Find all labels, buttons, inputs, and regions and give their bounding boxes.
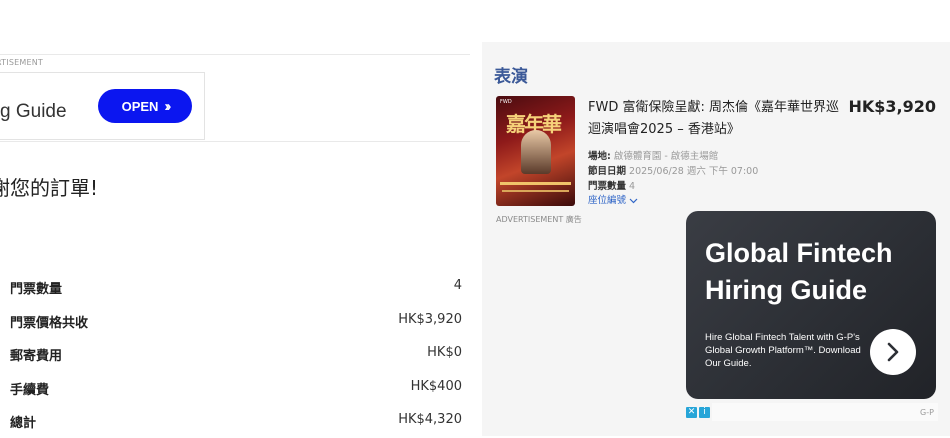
date-label: 節目日期 (588, 166, 627, 177)
poster-brand: FWD (500, 99, 512, 105)
chevron-down-icon (629, 198, 638, 203)
ad-label: ADVERTISEMENT 廣告 (496, 215, 582, 224)
ad-banner-text: g Guide (0, 101, 67, 122)
poster-strip (500, 182, 571, 185)
ad-open-button-label: OPEN (121, 98, 159, 114)
adchoices-icon[interactable]: ✕ i (686, 405, 712, 419)
seat-number-link[interactable]: 座位編號 (588, 192, 638, 206)
section-title: 表演 (494, 67, 528, 87)
event-venue: 場地: 啟德體育園 - 啟德主場館 (588, 148, 718, 162)
event-sidebar: 表演 FWD 嘉年華 FWD 富衛保險呈獻: 周杰倫《嘉年華世界巡迴演唱會202… (482, 42, 950, 436)
summary-label: 手續費 (10, 382, 50, 398)
guide-ad-banner[interactable]: g Guide OPEN ›› (0, 72, 205, 140)
date-value: 2025/06/28 週六 下午 07:00 (629, 166, 759, 177)
ad-body: Hire Global Fintech Talent with G-P's Gl… (705, 332, 861, 369)
venue-label: 場地: (588, 151, 611, 162)
fintech-ad[interactable]: Global Fintech Hiring Guide Hire Global … (686, 211, 936, 399)
summary-row-ticket-qty: 門票數量 4 (10, 270, 462, 304)
summary-value: HK$4,320 (398, 412, 462, 427)
summary-label: 門票價格共收 (10, 315, 89, 331)
summary-value: HK$3,920 (398, 311, 462, 327)
qty-label: 門票數量 (588, 181, 627, 192)
summary-label: 郵寄費用 (10, 349, 63, 364)
summary-row-ticket-price: 門票價格共收 HK$3,920 (10, 304, 462, 338)
ad-sponsor: G-P (920, 408, 934, 417)
order-summary: 門票數量 4 門票價格共收 HK$3,920 郵寄費用 HK$0 手續費 HK$… (10, 270, 462, 438)
event-qty: 門票數量 4 (588, 178, 635, 192)
event-date: 節目日期 2025/06/28 週六 下午 07:00 (588, 163, 758, 177)
summary-row-total: 總計 HK$4,320 (10, 404, 462, 438)
summary-label: 總計 (10, 416, 37, 431)
poster-figure (521, 130, 551, 174)
ad-open-button[interactable]: OPEN ›› (98, 89, 192, 123)
event-price: HK$3,920 (848, 97, 936, 116)
chevron-right-double-icon: ›› (164, 97, 171, 115)
ad-tag: RTISEMENT (0, 58, 43, 67)
ad-arrow-button[interactable] (870, 329, 916, 375)
summary-row-handling-fee: 手續費 HK$400 (10, 371, 462, 405)
summary-value: HK$400 (410, 378, 462, 394)
ad-divider (0, 54, 470, 55)
summary-value: 4 (453, 278, 462, 293)
chevron-right-icon (887, 342, 899, 362)
qty-value: 4 (629, 181, 636, 192)
seat-link-label: 座位編號 (588, 195, 627, 206)
thank-you-heading: 謝您的訂單! (0, 176, 99, 200)
close-ad-icon[interactable]: ✕ (686, 406, 697, 418)
order-confirmation-panel: RTISEMENT g Guide OPEN ›› 謝您的訂單! 門票數量 4 … (0, 0, 470, 436)
event-poster: FWD 嘉年華 (496, 96, 575, 206)
ad-headline: Global Fintech Hiring Guide (705, 238, 893, 305)
summary-label: 門票數量 (10, 282, 63, 297)
info-icon[interactable]: i (699, 406, 710, 418)
poster-strip (502, 190, 569, 192)
venue-value: 啟德體育園 - 啟德主場館 (613, 151, 719, 162)
ad-divider (0, 141, 470, 142)
event-title: FWD 富衛保險呈獻: 周杰倫《嘉年華世界巡迴演唱會2025 – 香港站》 (588, 100, 839, 137)
summary-row-postage: 郵寄費用 HK$0 (10, 337, 462, 371)
ad-footer-bar (712, 403, 938, 421)
summary-value: HK$0 (427, 345, 462, 360)
